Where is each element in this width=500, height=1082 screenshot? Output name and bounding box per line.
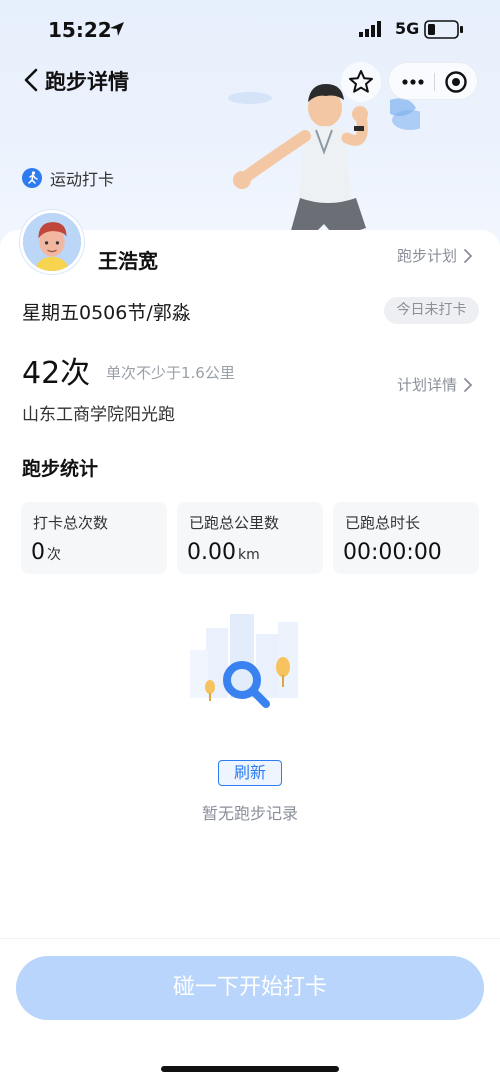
- stat-total-km: 已跑总公里数 0.00 km: [177, 502, 323, 574]
- stat-unit: km: [237, 547, 260, 563]
- bottom-divider: [0, 938, 500, 939]
- stats-title: 跑步统计: [22, 458, 99, 480]
- status-bar: 15:22 5G: [0, 0, 500, 60]
- back-chevron-icon[interactable]: [20, 66, 42, 94]
- avatar: [20, 210, 84, 274]
- running-icon: [22, 168, 42, 188]
- chevron-right-icon: [464, 248, 473, 263]
- star-icon: [349, 70, 373, 93]
- network-label: 5G: [395, 19, 420, 38]
- status-badge: 今日未打卡: [384, 297, 479, 324]
- empty-state-text: 暂无跑步记录: [201, 804, 298, 823]
- start-checkin-button[interactable]: 碰一下开始打卡: [16, 956, 484, 1020]
- battery-icon: [424, 20, 463, 39]
- sport-tag-label: 运动打卡: [50, 170, 115, 189]
- close-target-icon[interactable]: [443, 69, 469, 95]
- capsule-divider: [434, 73, 435, 91]
- more-icon[interactable]: [399, 69, 427, 95]
- stat-label: 已跑总公里数: [189, 514, 280, 532]
- stat-label: 打卡总次数: [33, 514, 109, 532]
- runner-illustration: [228, 84, 420, 238]
- plan-detail-label: 计划详情: [397, 376, 458, 394]
- stat-unit: 次: [47, 547, 61, 563]
- favorite-button[interactable]: [341, 62, 381, 102]
- user-name: 王浩宽: [98, 249, 158, 273]
- home-indicator: [161, 1066, 339, 1072]
- running-plan-link[interactable]: 跑步计划: [397, 245, 473, 266]
- page-title: 跑步详情: [45, 70, 129, 94]
- sport-tag: 运动打卡: [22, 166, 114, 190]
- running-plan-label: 跑步计划: [397, 247, 458, 265]
- chevron-right-icon: [464, 377, 473, 392]
- refresh-button[interactable]: 刷新: [218, 760, 282, 786]
- empty-search-illustration: [190, 614, 298, 708]
- stat-total-checkins: 打卡总次数 0次: [21, 502, 167, 574]
- course-info: 星期五0506节/郭淼: [22, 302, 191, 324]
- miniprogram-capsule: [388, 62, 478, 100]
- required-count: 42次: [22, 356, 91, 391]
- stat-label: 已跑总时长: [345, 514, 421, 532]
- plan-detail-link[interactable]: 计划详情: [397, 374, 473, 395]
- location-arrow-icon: [110, 22, 124, 36]
- stat-value: 0.00 km: [187, 540, 260, 565]
- stat-value: 0次: [31, 540, 61, 565]
- count-note: 单次不少于1.6公里: [106, 364, 235, 382]
- stat-value: 00:00:00: [343, 540, 442, 565]
- location-name: 山东工商学院阳光跑: [22, 405, 175, 425]
- stat-total-duration: 已跑总时长 00:00:00: [333, 502, 479, 574]
- signal-icon: [359, 21, 381, 37]
- status-time: 15:22: [48, 18, 112, 42]
